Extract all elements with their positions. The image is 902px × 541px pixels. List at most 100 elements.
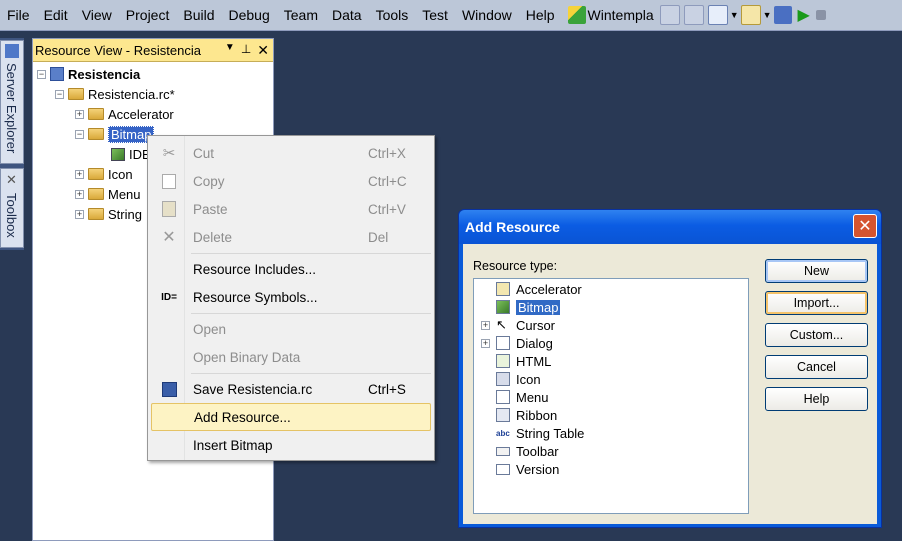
list-item-accelerator[interactable]: Accelerator [496, 280, 582, 298]
expand-icon[interactable]: + [75, 209, 84, 219]
dialog-titlebar: Add Resource [459, 210, 881, 244]
menu-item-delete[interactable]: ✕ Delete Del [150, 224, 432, 250]
close-icon[interactable]: ✕ [257, 42, 269, 59]
window-position-dropdown-icon[interactable]: ▼ [225, 42, 235, 59]
menu-project[interactable]: Project [119, 0, 177, 30]
tree-node-string[interactable]: + String [75, 205, 142, 223]
menu-window[interactable]: Window [455, 0, 519, 30]
layout-icon[interactable] [707, 5, 728, 25]
list-item-string-table[interactable]: abc String Table [496, 424, 584, 442]
list-item-icon[interactable]: Icon [496, 370, 541, 388]
list-item-menu[interactable]: Menu [496, 388, 549, 406]
menu-item-shortcut: Del [368, 229, 389, 245]
menu-item-save[interactable]: Save Resistencia.rc Ctrl+S [150, 376, 432, 402]
dialog-icon [496, 336, 510, 350]
expand-icon[interactable]: + [75, 109, 84, 119]
tree-node-rc-file[interactable]: − Resistencia.rc* [55, 85, 175, 103]
cancel-button[interactable]: Cancel [765, 355, 868, 379]
tree-node-menu[interactable]: + Menu [75, 185, 141, 203]
list-item-label: Toolbar [516, 443, 559, 459]
folder-icon [88, 128, 104, 140]
custom-button[interactable]: Custom... [765, 323, 868, 347]
list-item-label: Icon [516, 371, 541, 387]
pin-icon[interactable]: ⊥ [241, 42, 251, 59]
list-item-toolbar[interactable]: Toolbar [496, 442, 559, 460]
menu-item-copy[interactable]: Copy Ctrl+C [150, 168, 432, 194]
menu-help[interactable]: Help [519, 0, 562, 30]
menu-item-label: Paste [193, 201, 228, 217]
menu-debug[interactable]: Debug [222, 0, 277, 30]
menu-edit[interactable]: Edit [37, 0, 75, 30]
collapse-icon[interactable]: − [37, 69, 46, 79]
menu-item-cut[interactable]: ✂ Cut Ctrl+X [150, 140, 432, 166]
dialog-body: Resource type: Accelerator Bitmap + ↖ Cu… [463, 244, 877, 524]
expand-icon[interactable]: + [481, 338, 490, 348]
server-explorer-tab[interactable]: Server Explorer [0, 40, 24, 164]
list-item-cursor[interactable]: + ↖ Cursor [481, 316, 555, 334]
window-icon[interactable] [683, 5, 704, 25]
list-item-label: HTML [516, 353, 552, 369]
menu-file[interactable]: File [0, 0, 37, 30]
menu-item-resource-includes[interactable]: Resource Includes... [150, 256, 432, 282]
accelerator-icon [496, 282, 510, 296]
expand-icon[interactable]: + [75, 169, 84, 179]
tree-node-bitmap[interactable]: − Bitmap [75, 125, 155, 143]
context-menu: ✂ Cut Ctrl+X Copy Ctrl+C Paste Ctrl+V ✕ … [147, 135, 435, 461]
new-button[interactable]: New [765, 259, 868, 283]
bitmap-icon [111, 147, 125, 161]
dropdown-arrow-icon[interactable]: ▼ [730, 10, 739, 20]
tree-node-icon[interactable]: + Icon [75, 165, 133, 183]
menu-bar: File Edit View Project Build Debug Team … [0, 0, 902, 31]
menu-item-paste[interactable]: Paste Ctrl+V [150, 196, 432, 222]
list-item-version[interactable]: Version [496, 460, 559, 478]
custom-button-label: Custom... [789, 328, 844, 342]
list-item-dialog[interactable]: + Dialog [481, 334, 553, 352]
wintempla-icon[interactable] [567, 6, 586, 24]
deploy-icon[interactable] [773, 6, 792, 24]
menu-item-insert-bitmap[interactable]: Insert Bitmap [150, 432, 432, 458]
menu-item-label: Open [193, 321, 227, 337]
tree-label-string: String [108, 206, 142, 222]
list-item-bitmap[interactable]: Bitmap [496, 298, 561, 316]
tree-label-menu: Menu [108, 186, 141, 202]
start-debug-icon[interactable]: ▶ [798, 5, 810, 25]
expand-icon[interactable]: + [481, 320, 490, 330]
grid-icon[interactable] [740, 5, 761, 25]
menu-item-shortcut: Ctrl+X [368, 145, 406, 161]
resource-type-label: Resource type: [473, 259, 558, 273]
menu-test[interactable]: Test [415, 0, 455, 30]
close-icon[interactable]: ✕ [853, 214, 877, 238]
tree-node-root[interactable]: − Resistencia [37, 65, 140, 83]
tree-node-bitmap-child[interactable]: IDB [111, 145, 151, 163]
menu-item-shortcut: Ctrl+V [368, 201, 406, 217]
menu-item-open-binary[interactable]: Open Binary Data [150, 344, 432, 370]
dropdown-arrow-icon[interactable]: ▼ [763, 10, 772, 20]
list-item-ribbon[interactable]: Ribbon [496, 406, 557, 424]
menu-data[interactable]: Data [325, 0, 369, 30]
menu-item-add-resource[interactable]: Add Resource... [151, 403, 431, 431]
import-button[interactable]: Import... [765, 291, 868, 315]
help-button[interactable]: Help [765, 387, 868, 411]
scissors-icon: ✂ [162, 145, 176, 162]
list-item-html[interactable]: HTML [496, 352, 551, 370]
toolbox-tab[interactable]: ✕ Toolbox [0, 168, 24, 248]
resource-type-list[interactable]: Accelerator Bitmap + ↖ Cursor + Dialog H… [473, 278, 749, 514]
properties-icon[interactable] [659, 5, 680, 25]
menu-item-shortcut: Ctrl+S [368, 381, 406, 397]
cancel-button-label: Cancel [797, 360, 836, 374]
stop-icon[interactable] [815, 10, 826, 20]
menu-item-label: Open Binary Data [193, 349, 301, 365]
menu-view[interactable]: View [75, 0, 119, 30]
tree-node-accelerator[interactable]: + Accelerator [75, 105, 174, 123]
expand-icon[interactable]: + [75, 189, 84, 199]
wintempla-label[interactable]: Wintempla [588, 7, 654, 23]
collapse-icon[interactable]: − [55, 89, 64, 99]
menu-tools[interactable]: Tools [369, 0, 416, 30]
tree-label-rc: Resistencia.rc* [88, 86, 175, 102]
menu-item-resource-symbols[interactable]: ID= Resource Symbols... [150, 284, 432, 310]
menu-item-open[interactable]: Open [150, 316, 432, 342]
toolbox-label: Toolbox [4, 193, 19, 238]
collapse-icon[interactable]: − [75, 129, 84, 139]
menu-team[interactable]: Team [277, 0, 325, 30]
menu-build[interactable]: Build [176, 0, 221, 30]
